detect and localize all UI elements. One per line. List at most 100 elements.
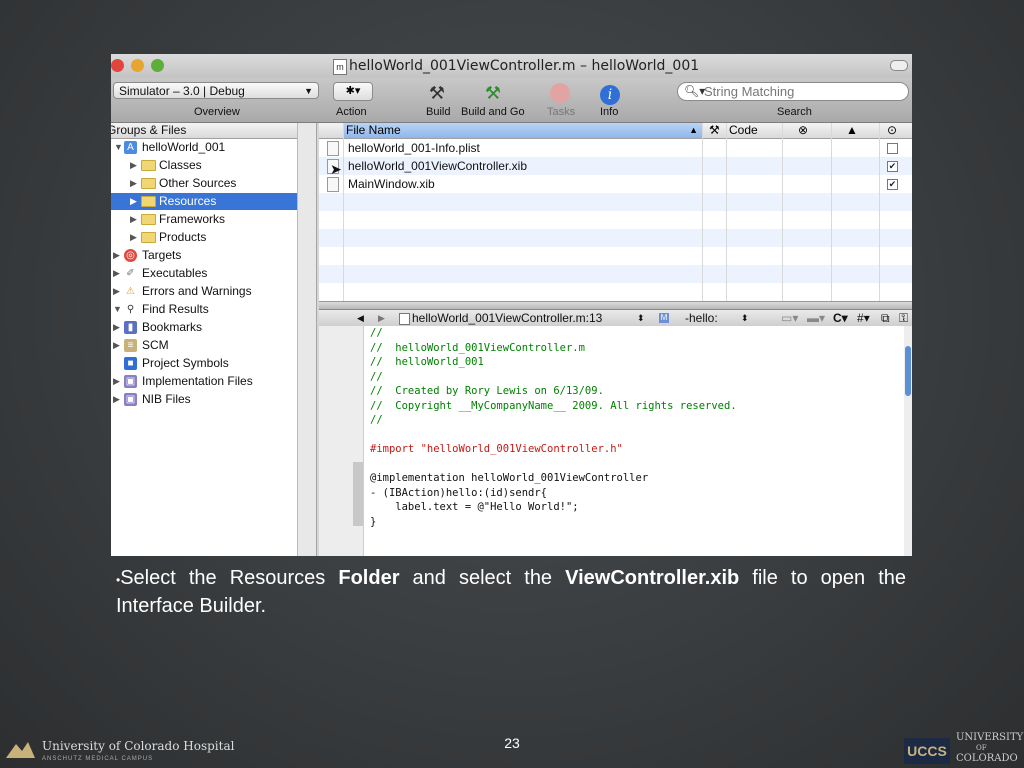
column-label: File Name (346, 123, 401, 137)
lock-icon[interactable]: ⚿ (899, 310, 908, 326)
sidebar-item-label: Resources (159, 194, 217, 208)
column-header-file-name[interactable]: File Name ▲ (343, 123, 702, 138)
sidebar-header[interactable]: Groups & Files (111, 123, 297, 139)
overview-label: Overview (194, 106, 240, 118)
uccs-colorado: COLORADO (956, 753, 1018, 764)
sidebar-item-find-results[interactable]: ▼ ⚲ Find Results (111, 301, 297, 318)
sidebar-item-scm[interactable]: ▶ ≡ SCM (111, 337, 297, 354)
warning-icon: ⚠ (126, 286, 135, 297)
table-row[interactable]: helloWorld_001-Info.plist (319, 139, 912, 157)
code-line: @implementation helloWorld_001ViewContro… (370, 472, 649, 484)
chevron-down-icon: ▼ (304, 86, 313, 96)
sidebar-item-label: Classes (159, 158, 202, 172)
column-header-code[interactable]: Code (729, 123, 758, 138)
uccs-of: OF (976, 744, 987, 752)
bookmarks-popup-icon[interactable]: ▭▾ (781, 310, 798, 326)
included-files-popup[interactable]: #▾ (857, 310, 870, 326)
caption-text: and select the (399, 567, 566, 589)
build-and-go-button[interactable]: ⚒ (480, 81, 506, 105)
code-editor[interactable]: // // helloWorld_001ViewController.m // … (319, 326, 912, 556)
symbol-popup-arrows-icon: ⬍ (741, 313, 749, 323)
table-row[interactable]: MainWindow.xib ✔ (319, 175, 912, 193)
file-popup[interactable]: helloWorld_001ViewController.m:13 (412, 310, 602, 326)
errors-column-icon[interactable]: ⊗ (798, 123, 808, 138)
code-line: // helloWorld_001ViewController.m (370, 341, 585, 354)
sidebar-item-frameworks[interactable]: ▶ Frameworks (111, 211, 297, 228)
uccs-logo: UCCS UNIVERSITY OF COLORADO (904, 730, 1024, 768)
uccs-university: UNIVERSITY (956, 732, 1024, 743)
sidebar-item-classes[interactable]: ▶ Classes (111, 157, 297, 174)
sidebar-item-other-sources[interactable]: ▶ Other Sources (111, 175, 297, 192)
sidebar-item-errors-and-warnings[interactable]: ▶ ⚠ Errors and Warnings (111, 283, 297, 300)
info-button[interactable]: i (597, 81, 623, 105)
target-checkbox[interactable] (887, 143, 898, 154)
close-button[interactable] (111, 59, 124, 72)
target-column-icon[interactable]: ⊙ (887, 123, 897, 138)
sort-ascending-icon: ▲ (689, 125, 698, 135)
sidebar-item-executables[interactable]: ▶ ✐ Executables (111, 265, 297, 282)
disclosure-closed-icon: ▶ (130, 214, 137, 224)
scm-icon: ≡ (124, 339, 137, 352)
toolbar-toggle-button[interactable] (890, 60, 908, 71)
sidebar-item-nib-files[interactable]: ▶ ▣ NIB Files (111, 391, 297, 408)
zoom-button[interactable] (151, 59, 164, 72)
hammer-icon: ⚒ (428, 83, 446, 103)
disclosure-closed-icon: ▶ (113, 340, 120, 350)
table-row[interactable]: helloWorld_001ViewController.xib ✔ (319, 157, 912, 175)
magnifier-icon: ⚲ (126, 304, 135, 315)
tasks-button[interactable] (547, 81, 573, 105)
target-checkbox[interactable]: ✔ (887, 179, 898, 190)
disclosure-closed-icon: ▶ (113, 376, 120, 386)
sidebar-item-targets[interactable]: ▶ ◎ Targets (111, 247, 297, 264)
info-label: Info (600, 106, 619, 118)
file-popup-arrows-icon: ⬍ (637, 313, 645, 323)
disclosure-closed-icon: ▶ (113, 268, 120, 278)
column-divider (343, 123, 344, 301)
sidebar-item-resources[interactable]: ▶ Resources (111, 193, 297, 210)
logo-text: University of Colorado Hospital (42, 739, 235, 753)
smart-group-icon: ▣ (124, 375, 137, 388)
warnings-column-icon[interactable]: ▲ (846, 123, 858, 138)
folder-icon (141, 196, 156, 207)
build-column-icon[interactable]: ⚒ (709, 123, 720, 138)
symbol-popup[interactable]: -hello: (685, 310, 718, 326)
build-and-go-icon: ⚒ (484, 83, 502, 103)
file-table-header: File Name ▲ ⚒ Code ⊗ ▲ ⊙ (319, 123, 912, 139)
sidebar-item-implementation-files[interactable]: ▶ ▣ Implementation Files (111, 373, 297, 390)
sidebar-scrollbar[interactable] (297, 123, 317, 556)
sidebar-item-label: Targets (142, 248, 182, 262)
overview-value: Simulator – 3.0 | Debug (119, 84, 245, 98)
target-checkbox[interactable]: ✔ (887, 161, 898, 172)
class-hierarchy-popup[interactable]: C▾ (833, 310, 848, 326)
xcode-window: m helloWorld_001ViewController.m – hello… (111, 54, 912, 556)
disclosure-open-icon: ▼ (113, 304, 122, 314)
sidebar-item-label: Project Symbols (142, 356, 229, 370)
file-name: helloWorld_001-Info.plist (348, 141, 480, 155)
sidebar-item-label: Find Results (142, 302, 209, 316)
window-title: helloWorld_001ViewController.m – helloWo… (349, 58, 700, 74)
editor-scroll-thumb[interactable] (905, 346, 911, 396)
page-number: 23 (504, 735, 520, 751)
minimize-button[interactable] (131, 59, 144, 72)
search-input[interactable]: 🔍︎▾ String Matching (677, 82, 909, 101)
split-view-divider[interactable] (319, 301, 912, 310)
back-arrow-icon[interactable]: ◀ (357, 310, 364, 326)
code-line: // (370, 327, 383, 339)
editor-scrollbar[interactable] (904, 326, 912, 556)
sidebar-item-project-symbols[interactable]: ■ Project Symbols (111, 355, 297, 372)
class-hierarchy-label: C (833, 311, 842, 325)
code-line: - (IBAction)hello:(id)sendr{ (370, 486, 548, 499)
sidebar-item-bookmarks[interactable]: ▶ ▮ Bookmarks (111, 319, 297, 336)
mouse-cursor-icon: ➤ (330, 161, 342, 177)
sidebar-item-products[interactable]: ▶ Products (111, 229, 297, 246)
breakpoints-popup-icon[interactable]: ▬▾ (807, 310, 825, 326)
counterpart-icon[interactable]: ⧉ (881, 310, 890, 326)
disclosure-closed-icon: ▶ (113, 322, 120, 332)
forward-arrow-icon[interactable]: ▶ (378, 310, 385, 326)
sidebar-item-project[interactable]: ▼ A helloWorld_001 (111, 139, 297, 156)
column-divider (831, 123, 832, 301)
build-button[interactable]: ⚒ (424, 81, 450, 105)
overview-popup[interactable]: Simulator – 3.0 | Debug ▼ (113, 82, 319, 99)
sidebar-item-label: Implementation Files (142, 374, 253, 388)
action-button[interactable]: ✱▾ (333, 82, 373, 101)
